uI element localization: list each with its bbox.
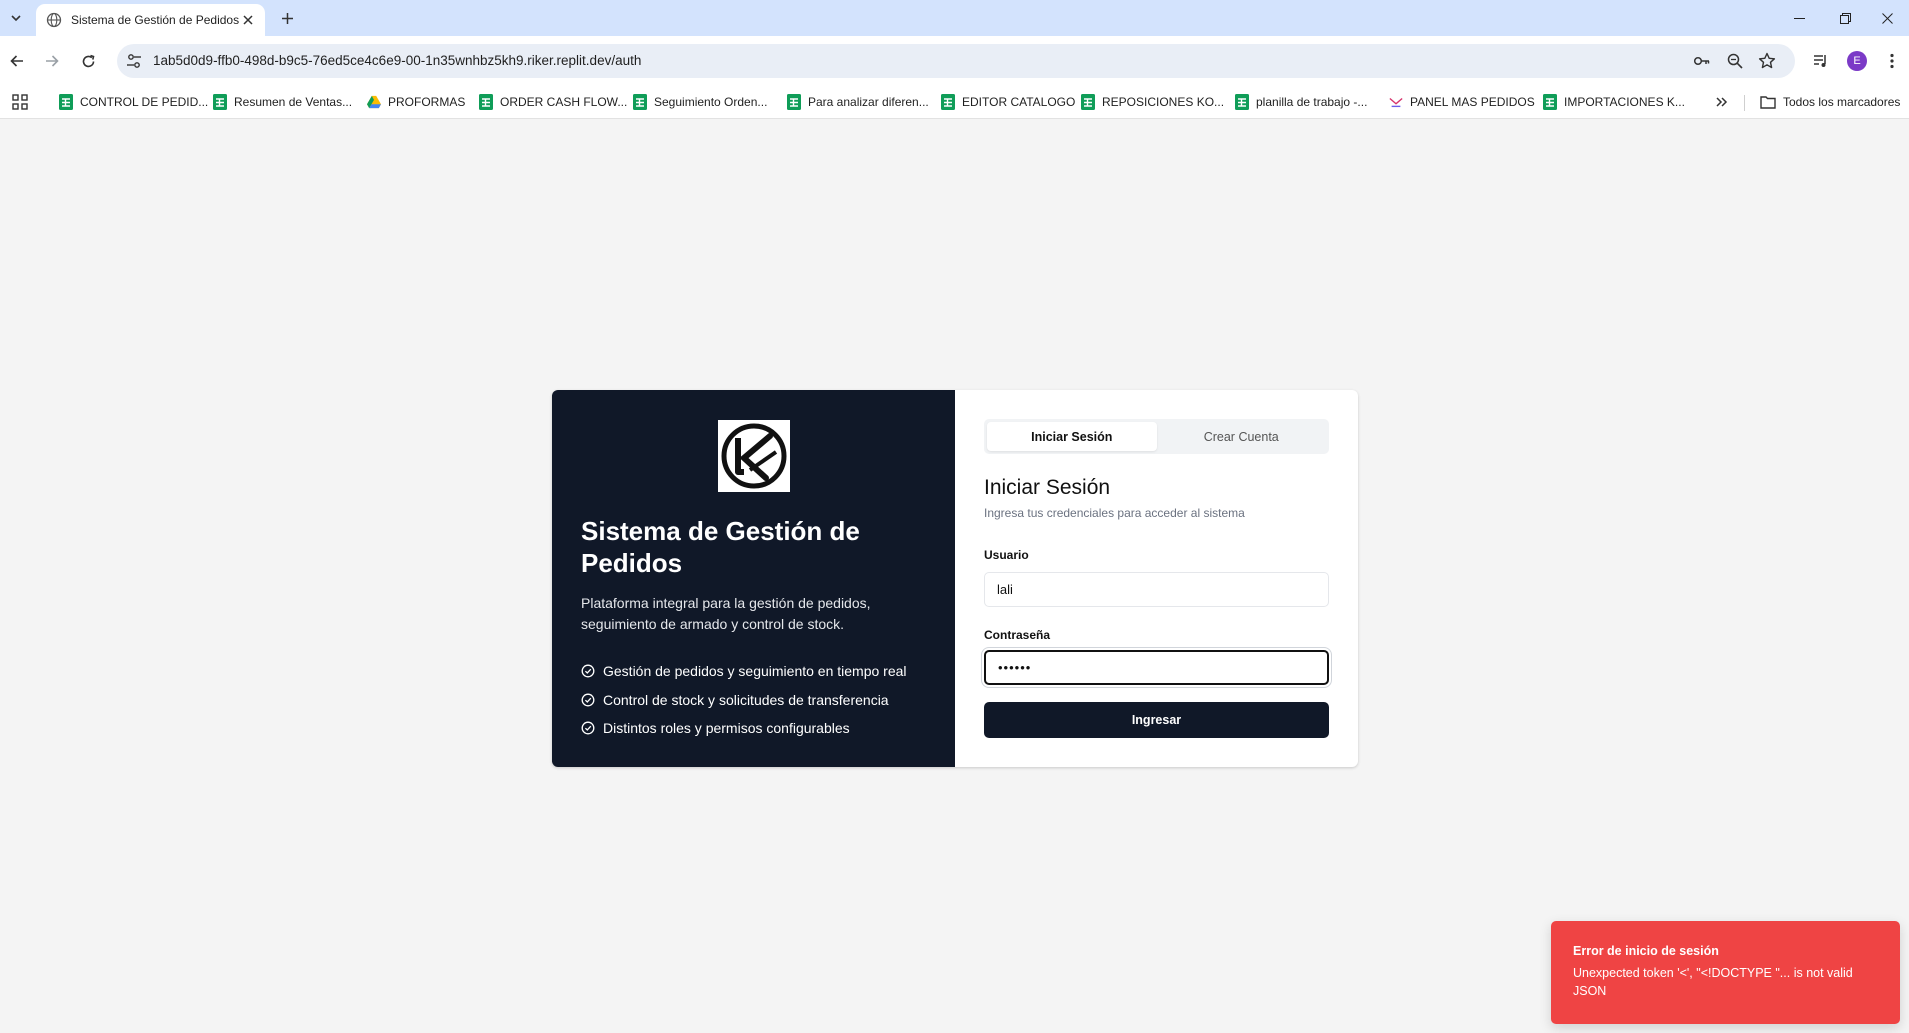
bookmark-label: Resumen de Ventas...: [234, 95, 353, 109]
bookmark-item[interactable]: Para analizar diferen...: [787, 93, 929, 111]
auth-card: Sistema de Gestión de Pedidos Plataforma…: [552, 390, 1358, 767]
bookmark-label: REPOSICIONES KO...: [1102, 95, 1225, 109]
tab-register[interactable]: Crear Cuenta: [1157, 422, 1327, 451]
check-circle-icon: [581, 721, 595, 735]
address-bar[interactable]: 1ab5d0d9-ffb0-498d-b9c5-76ed5ce4c6e9-00-…: [117, 44, 1795, 78]
bookmark-item[interactable]: CONTROL DE PEDID...: [59, 93, 208, 111]
sheets-icon: [1543, 94, 1557, 110]
profile-avatar[interactable]: E: [1844, 48, 1870, 74]
forward-icon[interactable]: [39, 48, 65, 74]
login-submit-button[interactable]: Ingresar: [984, 702, 1329, 738]
login-heading: Iniciar Sesión: [984, 476, 1111, 499]
bookmark-label: PROFORMAS: [388, 95, 466, 109]
more-bookmarks-icon[interactable]: [1712, 93, 1732, 111]
bookmarks-bar: CONTROL DE PEDID... Resumen de Ventas...…: [0, 85, 1909, 119]
sheets-icon: [1235, 94, 1249, 110]
feature-text: Gestión de pedidos y seguimiento en tiem…: [603, 663, 907, 680]
close-window-icon[interactable]: [1864, 0, 1909, 36]
bookmark-item[interactable]: IMPORTACIONES K...: [1543, 93, 1685, 111]
login-panel: Iniciar Sesión Crear Cuenta Iniciar Sesi…: [955, 390, 1358, 767]
minimize-icon[interactable]: [1776, 0, 1822, 36]
bookmark-label: planilla de trabajo -...: [1256, 95, 1368, 109]
back-icon[interactable]: [4, 48, 30, 74]
hero-panel: Sistema de Gestión de Pedidos Plataforma…: [552, 390, 955, 767]
bookmarks-divider: [1744, 95, 1745, 111]
folder-icon: [1760, 96, 1776, 109]
check-circle-icon: [581, 693, 595, 707]
tab-login[interactable]: Iniciar Sesión: [987, 422, 1157, 451]
bookmark-label: ORDER CASH FLOW...: [500, 95, 628, 109]
app-icon: [1389, 97, 1403, 108]
all-bookmarks-button[interactable]: Todos los marcadores: [1760, 93, 1900, 111]
browser-tab[interactable]: Sistema de Gestión de Pedidos: [36, 4, 265, 36]
bookmark-item[interactable]: ORDER CASH FLOW...: [479, 93, 627, 111]
bookmark-label: CONTROL DE PEDID...: [80, 95, 209, 109]
globe-icon: [46, 12, 62, 28]
bookmark-label: EDITOR CATALOGO: [962, 95, 1076, 109]
login-subheading: Ingresa tus credenciales para acceder al…: [984, 506, 1245, 520]
bookmark-item[interactable]: REPOSICIONES KO...: [1081, 93, 1224, 111]
hero-title: Sistema de Gestión de Pedidos: [581, 516, 860, 578]
username-field[interactable]: lali: [984, 572, 1329, 607]
bookmark-item[interactable]: Seguimiento Orden...: [633, 93, 767, 111]
feature-text: Distintos roles y permisos configurables: [603, 720, 850, 737]
browser-toolbar: 1ab5d0d9-ffb0-498d-b9c5-76ed5ce4c6e9-00-…: [0, 36, 1909, 85]
all-bookmarks-label: Todos los marcadores: [1783, 95, 1901, 109]
browser-menu-icon[interactable]: [1879, 48, 1905, 74]
hero-description: Plataforma integral para la gestión de p…: [581, 595, 871, 632]
sheets-icon: [633, 94, 647, 110]
bookmark-item[interactable]: PANEL MAS PEDIDOS: [1389, 93, 1535, 111]
apps-grid-icon[interactable]: [12, 94, 28, 110]
bookmark-item[interactable]: Resumen de Ventas...: [213, 93, 352, 111]
media-controls-icon[interactable]: [1808, 48, 1834, 74]
bookmark-item[interactable]: PROFORMAS: [367, 93, 465, 111]
auth-tabs: Iniciar Sesión Crear Cuenta: [984, 419, 1329, 454]
sheets-icon: [213, 94, 227, 110]
reload-icon[interactable]: [75, 48, 101, 74]
tab-title: Sistema de Gestión de Pedidos: [71, 13, 239, 27]
profile-initial: E: [1847, 51, 1867, 71]
tab-search-chevron-icon[interactable]: [4, 6, 28, 30]
toast-message: Unexpected token '<', "<!DOCTYPE "... is…: [1573, 966, 1853, 998]
sheets-icon: [787, 94, 801, 110]
sheets-icon: [941, 94, 955, 110]
site-settings-icon[interactable]: [125, 52, 143, 70]
bookmark-label: Para analizar diferen...: [808, 95, 929, 109]
feature-text: Control de stock y solicitudes de transf…: [603, 691, 889, 708]
bookmark-item[interactable]: planilla de trabajo -...: [1235, 93, 1367, 111]
sheets-icon: [479, 94, 493, 110]
new-tab-icon[interactable]: [276, 7, 298, 29]
feature-item: Distintos roles y permisos configurables: [581, 714, 907, 743]
bookmark-star-icon[interactable]: [1758, 52, 1776, 70]
bookmark-item[interactable]: EDITOR CATALOGO: [941, 93, 1075, 111]
toast-title: Error de inicio de sesión: [1573, 944, 1719, 958]
password-label: Contraseña: [984, 628, 1051, 642]
drive-icon: [367, 95, 381, 109]
browser-tab-bar: Sistema de Gestión de Pedidos: [0, 0, 1909, 36]
username-label: Usuario: [984, 548, 1029, 562]
company-logo: [718, 420, 790, 492]
close-tab-icon[interactable]: [239, 11, 257, 29]
url-text: 1ab5d0d9-ffb0-498d-b9c5-76ed5ce4c6e9-00-…: [153, 53, 642, 68]
bookmark-label: Seguimiento Orden...: [654, 95, 768, 109]
password-key-icon[interactable]: [1693, 52, 1711, 70]
error-toast[interactable]: Error de inicio de sesión Unexpected tok…: [1551, 921, 1900, 1024]
bookmark-label: IMPORTACIONES K...: [1564, 95, 1685, 109]
sheets-icon: [59, 94, 73, 110]
feature-item: Gestión de pedidos y seguimiento en tiem…: [581, 657, 907, 686]
password-field[interactable]: ••••••: [984, 650, 1329, 685]
bookmark-label: PANEL MAS PEDIDOS: [1410, 95, 1535, 109]
feature-item: Control de stock y solicitudes de transf…: [581, 686, 907, 715]
check-circle-icon: [581, 664, 595, 678]
zoom-icon[interactable]: [1726, 52, 1744, 70]
feature-list: Gestión de pedidos y seguimiento en tiem…: [581, 657, 907, 743]
restore-icon[interactable]: [1822, 0, 1868, 36]
sheets-icon: [1081, 94, 1095, 110]
